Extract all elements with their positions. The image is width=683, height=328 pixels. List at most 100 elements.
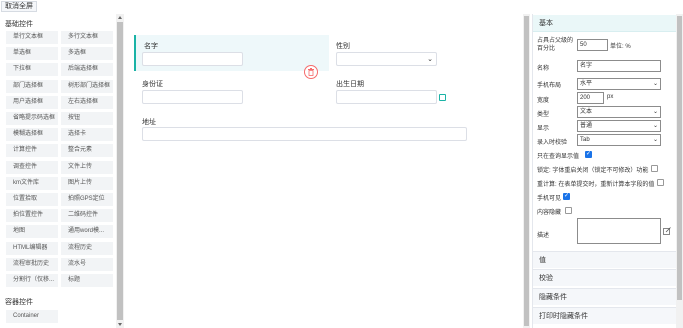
palette-item[interactable]: km文件库: [6, 176, 58, 190]
palette-item[interactable]: 流程审批历史: [6, 257, 58, 271]
lock-label: 锁定: 字体重启关闭（锁定不可修改）功能: [537, 168, 649, 174]
birth-date-label: 出生日期: [336, 81, 364, 88]
recalc-checkbox[interactable]: [657, 179, 664, 186]
birth-date-input[interactable]: [336, 90, 437, 104]
palette-item[interactable]: 单行文本框: [6, 31, 58, 44]
trash-icon: [308, 68, 314, 76]
palette-item[interactable]: 通用word模...: [61, 225, 113, 239]
display-label: 显示: [537, 126, 550, 132]
palette-item[interactable]: 部门选择框: [6, 79, 58, 93]
width-pct-label-2: 百分比: [537, 46, 556, 52]
width-prop-input[interactable]: 200: [577, 92, 604, 104]
palette-item[interactable]: 后端选择框: [61, 63, 113, 77]
mobile-layout-value: 水平: [580, 81, 593, 87]
palette-item[interactable]: 文件上传: [61, 160, 113, 174]
properties-scrollbar[interactable]: [676, 14, 683, 328]
id-card-label: 身份证: [142, 81, 163, 88]
input-rule-label: 录入时校验: [537, 140, 568, 146]
recalc-label: 重计算: 在表单提交时，重新计算本字段的值: [537, 182, 655, 188]
palette-item[interactable]: 计算控件: [6, 144, 58, 158]
input-rule-select[interactable]: Tab ⌄: [577, 134, 661, 146]
palette-item[interactable]: 省略提示码选框: [6, 112, 58, 125]
type-value: 文本: [580, 109, 593, 115]
palette-item[interactable]: 调查控件: [6, 160, 58, 174]
edit-icon[interactable]: [663, 227, 671, 235]
palette-item[interactable]: 地图: [6, 225, 58, 239]
mobile-layout-select[interactable]: 水平 ⌄: [577, 78, 661, 90]
name-prop-input[interactable]: 名字: [577, 60, 661, 72]
control-palette: 基础控件 单行文本框 多行文本框 单选框 多选框 下拉框 后端选择框 部门选择框 树形部门选择…: [0, 14, 116, 328]
canvas-scroll-thumb[interactable]: [524, 16, 529, 326]
type-select[interactable]: 文本 ⌄: [577, 106, 661, 118]
chevron-down-icon: ⌄: [652, 81, 658, 87]
value-section[interactable]: 值: [533, 251, 676, 268]
palette-item[interactable]: 多行文本框: [61, 31, 113, 44]
palette-item[interactable]: 位置拾取: [6, 193, 58, 206]
lock-checkbox[interactable]: [651, 165, 658, 172]
hidden-checkbox[interactable]: [565, 207, 572, 214]
width-pct-input[interactable]: 50: [577, 39, 608, 51]
mobile-visible-checkbox[interactable]: ✓: [563, 193, 570, 200]
scroll-up-arrow-icon[interactable]: [118, 16, 122, 19]
palette-item[interactable]: 拍位置控件: [6, 209, 58, 223]
width-pct-unit: 单位: %: [610, 44, 631, 50]
palette-item[interactable]: 单选框: [6, 47, 58, 61]
id-card-input[interactable]: [142, 90, 243, 104]
palette-item[interactable]: 左右选择框: [61, 95, 113, 109]
palette-item[interactable]: 流水号: [61, 257, 113, 271]
display-select[interactable]: 普通 ⌄: [577, 120, 661, 132]
input-rule-value: Tab: [580, 137, 590, 143]
palette-item[interactable]: 二维码控件: [61, 209, 113, 223]
palette-scroll-thumb[interactable]: [117, 22, 123, 320]
palette-item[interactable]: HTML编辑器: [6, 241, 58, 255]
gender-select[interactable]: ⌄: [336, 52, 437, 66]
palette-item[interactable]: 图片上传: [61, 176, 113, 190]
palette-item[interactable]: 下拉框: [6, 63, 58, 77]
basic-section-header[interactable]: 基本: [533, 15, 676, 32]
width-prop-label: 宽度: [537, 98, 550, 104]
address-label: 地址: [142, 119, 156, 126]
name-prop-label: 名称: [537, 66, 550, 72]
palette-item[interactable]: 树形部门选择框: [61, 79, 113, 93]
palette-item[interactable]: 多选框: [61, 47, 113, 61]
chevron-down-icon: ⌄: [652, 123, 658, 129]
show-query-checkbox[interactable]: ✓: [585, 151, 592, 158]
palette-item[interactable]: 模糊选择框: [6, 128, 58, 142]
mobile-layout-label: 手机布局: [537, 83, 562, 89]
name-input[interactable]: [142, 52, 243, 66]
description-textarea[interactable]: [577, 218, 661, 244]
display-value: 普通: [580, 123, 593, 129]
palette-item[interactable]: 拍照GPS定位: [61, 193, 113, 206]
palette-item[interactable]: 选择卡: [61, 128, 113, 142]
name-label: 名字: [144, 43, 158, 50]
chevron-down-icon: ⌄: [652, 109, 658, 115]
width-prop-unit: px: [607, 94, 614, 100]
palette-scrollbar[interactable]: [116, 14, 124, 328]
print-hide-condition-section[interactable]: 打印时隐藏条件: [533, 307, 676, 324]
description-label: 描述: [537, 233, 550, 239]
scroll-down-arrow-icon[interactable]: [118, 323, 122, 326]
hidden-label: 内容隐藏: [537, 210, 562, 216]
hide-condition-section[interactable]: 隐藏条件: [533, 288, 676, 305]
chevron-down-icon: ⌄: [427, 56, 433, 63]
basic-controls-title: 基础控件: [5, 21, 33, 28]
palette-item[interactable]: 整合元素: [61, 144, 113, 158]
exit-fullscreen-tab[interactable]: 取消全屏: [1, 1, 37, 12]
type-label: 类型: [537, 112, 550, 118]
address-input[interactable]: [142, 127, 467, 141]
palette-item-container[interactable]: Container: [6, 310, 58, 323]
chevron-down-icon: ⌄: [652, 137, 658, 143]
gender-label: 性别: [336, 43, 350, 50]
palette-item[interactable]: 用户选择框: [6, 95, 58, 109]
form-canvas: 名字 性别 ⌄ 身份证 出生日期 地址: [128, 14, 520, 328]
delete-field-button[interactable]: [304, 65, 318, 79]
palette-item[interactable]: 按钮: [61, 112, 113, 125]
palette-item[interactable]: 流程历史: [61, 241, 113, 255]
properties-scroll-thumb[interactable]: [677, 16, 682, 300]
validation-section[interactable]: 校验: [533, 269, 676, 286]
palette-item[interactable]: 标题: [61, 274, 113, 287]
palette-item[interactable]: 分割行（仅移...: [6, 274, 58, 287]
calendar-icon[interactable]: [439, 94, 446, 101]
properties-panel: 基本 占具占父级的 百分比 50 单位: % 名称 名字 手机布局 水平 ⌄ 宽…: [532, 14, 676, 328]
canvas-scrollbar[interactable]: [523, 14, 530, 328]
